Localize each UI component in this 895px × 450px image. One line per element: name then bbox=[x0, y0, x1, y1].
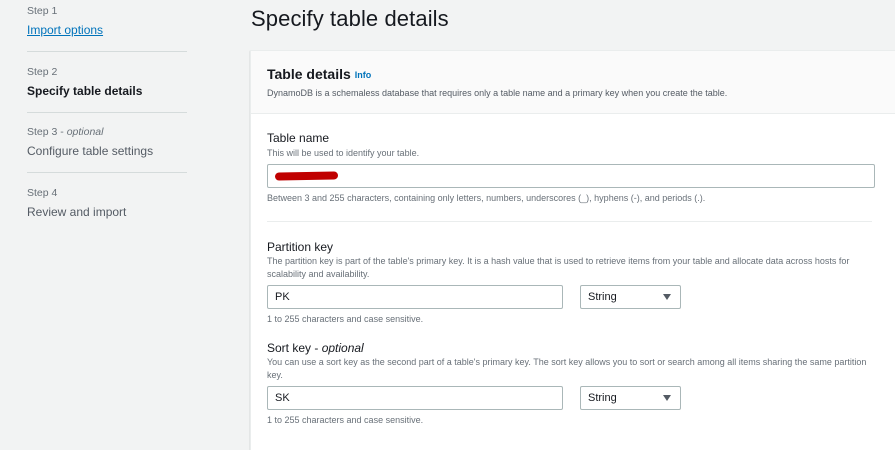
step-2: Step 2 Specify table details bbox=[27, 66, 187, 99]
sort-key-label-text: Sort key bbox=[267, 341, 312, 355]
page-title: Specify table details bbox=[251, 6, 449, 31]
partition-key-type-value: String bbox=[588, 291, 617, 303]
step-1-link-import-options[interactable]: Import options bbox=[27, 23, 187, 38]
container-title-text: Table details bbox=[267, 66, 351, 82]
partition-key-type-select[interactable]: String bbox=[580, 285, 681, 309]
caret-down-icon bbox=[663, 395, 671, 401]
sort-key-input[interactable] bbox=[267, 386, 563, 410]
step-4-number: Step 4 bbox=[27, 187, 58, 199]
caret-down-icon bbox=[663, 294, 671, 300]
step-2-number: Step 2 bbox=[27, 66, 58, 78]
table-details-container: Table details Info DynamoDB is a schemale… bbox=[250, 50, 895, 450]
sort-key-type-value: String bbox=[588, 392, 617, 404]
partition-key-constraint: 1 to 255 characters and case sensitive. bbox=[267, 314, 424, 324]
redaction-mark bbox=[274, 171, 339, 181]
step-divider bbox=[27, 51, 187, 52]
step-4: Step 4 Review and import bbox=[27, 187, 187, 220]
partition-key-description: The partition key is part of the table's… bbox=[267, 256, 850, 279]
step-3-title: Configure table settings bbox=[27, 144, 154, 158]
step-1: Step 1 Import options bbox=[27, 5, 187, 38]
step-3: Step 3 - optional Configure table settin… bbox=[27, 126, 187, 159]
step-3-optional-label: optional bbox=[66, 126, 104, 138]
step-3-number: Step 3 - optional bbox=[27, 126, 104, 138]
section-divider bbox=[267, 221, 872, 222]
container-header: Table details Info DynamoDB is a schemale… bbox=[251, 51, 895, 114]
info-link[interactable]: Info bbox=[355, 70, 372, 80]
table-name-input[interactable] bbox=[267, 164, 875, 188]
partition-key-input[interactable] bbox=[267, 285, 563, 309]
step-divider bbox=[27, 112, 187, 113]
step-3-number-text: Step 3 bbox=[27, 126, 58, 138]
sort-key-type-select[interactable]: String bbox=[580, 386, 681, 410]
step-1-number: Step 1 bbox=[27, 5, 58, 17]
step-2-title-current: Specify table details bbox=[27, 84, 143, 98]
step-4-title: Review and import bbox=[27, 205, 127, 219]
container-title: Table details Info bbox=[267, 66, 371, 82]
sort-key-constraint: 1 to 255 characters and case sensitive. bbox=[267, 415, 424, 425]
step-divider bbox=[27, 172, 187, 173]
sort-key-optional-label: optional bbox=[321, 341, 364, 355]
table-name-description: This will be used to identify your table… bbox=[267, 148, 420, 158]
sort-key-description: You can use a sort key as the second par… bbox=[267, 357, 867, 380]
partition-key-label: Partition key bbox=[267, 240, 334, 254]
table-name-constraint: Between 3 and 255 characters, containing… bbox=[267, 193, 706, 203]
container-description: DynamoDB is a schemaless database that r… bbox=[267, 88, 728, 98]
table-name-label: Table name bbox=[267, 131, 330, 145]
sort-key-label: Sort key - optional bbox=[267, 341, 364, 355]
